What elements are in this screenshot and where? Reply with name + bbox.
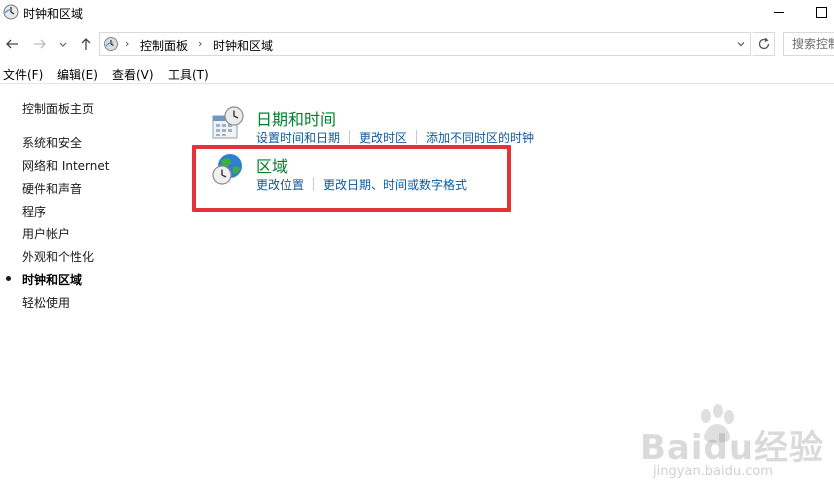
arrow-right-icon (34, 39, 46, 49)
link-change-time-zone[interactable]: 更改时区 (359, 129, 407, 146)
control-panel-home-link[interactable]: 控制面板主页 (22, 100, 94, 117)
menu-view[interactable]: 查看(V) (112, 66, 154, 83)
sidebar-item-user-accounts[interactable]: 用户帐户 (22, 225, 70, 242)
breadcrumb-separator-icon[interactable]: › (198, 37, 202, 50)
category-date-time: 日期和时间 设置时间和日期 更改时区 添加不同时区的时钟 (211, 106, 571, 146)
back-button[interactable] (2, 34, 22, 54)
maximize-icon (815, 6, 827, 18)
breadcrumb-clock-region[interactable]: 时钟和区域 (213, 37, 273, 54)
title-bar: 时钟和区域 (0, 0, 834, 26)
refresh-button[interactable] (753, 32, 775, 56)
minimize-icon (774, 11, 784, 13)
link-divider (349, 130, 351, 144)
left-navigation-pane: 控制面板主页 系统和安全 网络和 Internet 硬件和声音 程序 用户帐户 … (0, 84, 180, 495)
up-button[interactable] (76, 34, 96, 54)
sidebar-item-clock-region[interactable]: 时钟和区域 (22, 271, 82, 288)
address-bar[interactable]: › 控制面板 › 时钟和区域 (99, 32, 751, 56)
clock-globe-app-icon (3, 4, 19, 20)
chevron-down-icon (59, 42, 67, 47)
search-box[interactable] (783, 32, 834, 56)
menu-file[interactable]: 文件(F) (3, 66, 43, 83)
highlight-annotation-box (192, 145, 511, 212)
sidebar-item-ease-of-access[interactable]: 轻松使用 (22, 294, 70, 311)
sidebar-item-network-internet[interactable]: 网络和 Internet (22, 157, 109, 174)
window-title: 时钟和区域 (23, 7, 84, 21)
menu-tools[interactable]: 工具(T) (168, 66, 209, 83)
sidebar-item-system-security[interactable]: 系统和安全 (22, 134, 82, 151)
breadcrumb-separator-icon: › (125, 37, 130, 50)
watermark-logo: Baidu经验 (640, 428, 825, 468)
menu-edit[interactable]: 编辑(E) (57, 66, 98, 83)
chevron-down-icon (737, 42, 745, 47)
search-input[interactable] (784, 33, 834, 55)
maximize-button[interactable] (806, 0, 834, 24)
link-set-time-date[interactable]: 设置时间和日期 (256, 129, 340, 146)
control-panel-icon (103, 36, 119, 52)
sidebar-item-appearance[interactable]: 外观和个性化 (22, 248, 94, 265)
sidebar-item-programs[interactable]: 程序 (22, 203, 46, 220)
category-title-date-time[interactable]: 日期和时间 (256, 106, 336, 130)
navigation-bar: › 控制面板 › 时钟和区域 (0, 30, 834, 58)
arrow-up-icon (81, 38, 91, 50)
baidu-jingyan-watermark: Baidu经验 jingyan.baidu.com (640, 402, 830, 492)
calendar-clock-icon (211, 106, 245, 140)
active-bullet-icon (6, 276, 11, 281)
forward-button[interactable] (30, 34, 50, 54)
recent-locations-button[interactable] (56, 34, 70, 54)
arrow-left-icon (6, 39, 18, 49)
watermark-url: jingyan.baidu.com (653, 464, 773, 479)
category-links-date-time: 设置时间和日期 更改时区 添加不同时区的时钟 (256, 129, 534, 146)
menu-bar: 文件(F) 编辑(E) 查看(V) 工具(T) (0, 62, 834, 84)
breadcrumb-control-panel[interactable]: 控制面板 (140, 37, 188, 54)
sidebar-item-hardware-sound[interactable]: 硬件和声音 (22, 180, 82, 197)
address-dropdown-button[interactable] (734, 36, 748, 52)
link-add-clocks[interactable]: 添加不同时区的时钟 (426, 129, 534, 146)
minimize-button[interactable] (764, 0, 794, 24)
link-divider (416, 130, 418, 144)
refresh-icon (758, 37, 769, 50)
